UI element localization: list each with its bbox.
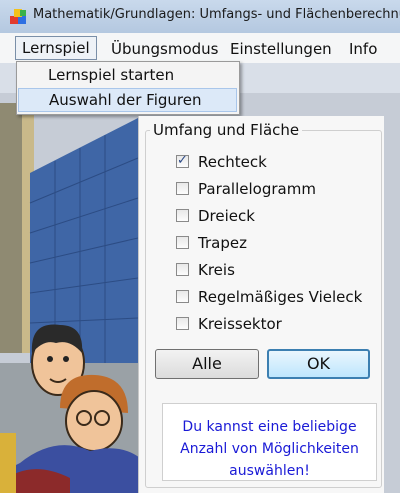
title-bar: Mathematik/Grundlagen: Umfangs- und Fläc… — [0, 0, 400, 33]
checkbox-label: Kreissektor — [198, 315, 282, 333]
checkmark-icon: ✓ — [177, 153, 188, 168]
hint-text: Du kannst eine beliebige Anzahl von Mögl… — [180, 419, 359, 479]
checkbox-label: Rechteck — [198, 153, 267, 171]
checkbox-box[interactable] — [176, 290, 189, 303]
checkbox-label: Trapez — [198, 234, 247, 252]
checkbox-box[interactable] — [176, 209, 189, 222]
checkbox-label: Kreis — [198, 261, 235, 279]
menu-lernspiel[interactable]: Lernspiel — [15, 36, 97, 60]
shape-groupbox: Umfang und Fläche ✓ Rechteck Parallelogr… — [145, 121, 382, 488]
menu-uebungsmodus[interactable]: Übungsmodus — [111, 38, 218, 60]
menu-auswahl-der-figuren[interactable]: Auswahl der Figuren — [18, 88, 237, 112]
figure-selection-panel: Umfang und Fläche ✓ Rechteck Parallelogr… — [138, 116, 384, 493]
lernspiel-dropdown: Lernspiel starten Auswahl der Figuren — [16, 61, 240, 115]
checkbox-label: Dreieck — [198, 207, 255, 225]
checkbox-box[interactable]: ✓ — [176, 153, 189, 168]
checkbox-label: Parallelogramm — [198, 180, 316, 198]
checkbox-label: Regelmäßiges Vieleck — [198, 288, 363, 306]
menu-bar: Lernspiel Übungsmodus Einstellungen Info — [0, 33, 400, 64]
window-title: Mathematik/Grundlagen: Umfangs- und Fläc… — [33, 7, 400, 22]
checkbox-box[interactable] — [176, 182, 189, 195]
group-title: Umfang und Fläche — [150, 121, 303, 139]
menu-lernspiel-starten[interactable]: Lernspiel starten — [18, 63, 237, 87]
menu-einstellungen[interactable]: Einstellungen — [230, 38, 332, 60]
alle-button[interactable]: Alle — [155, 349, 259, 379]
checkbox-box[interactable] — [176, 317, 189, 330]
app-icon — [10, 9, 26, 24]
hint-box: Du kannst eine beliebige Anzahl von Mögl… — [162, 403, 377, 481]
checkbox-box[interactable] — [176, 236, 189, 249]
ok-button[interactable]: OK — [267, 349, 370, 379]
menu-info[interactable]: Info — [349, 38, 377, 60]
checkbox-box[interactable] — [176, 263, 189, 276]
